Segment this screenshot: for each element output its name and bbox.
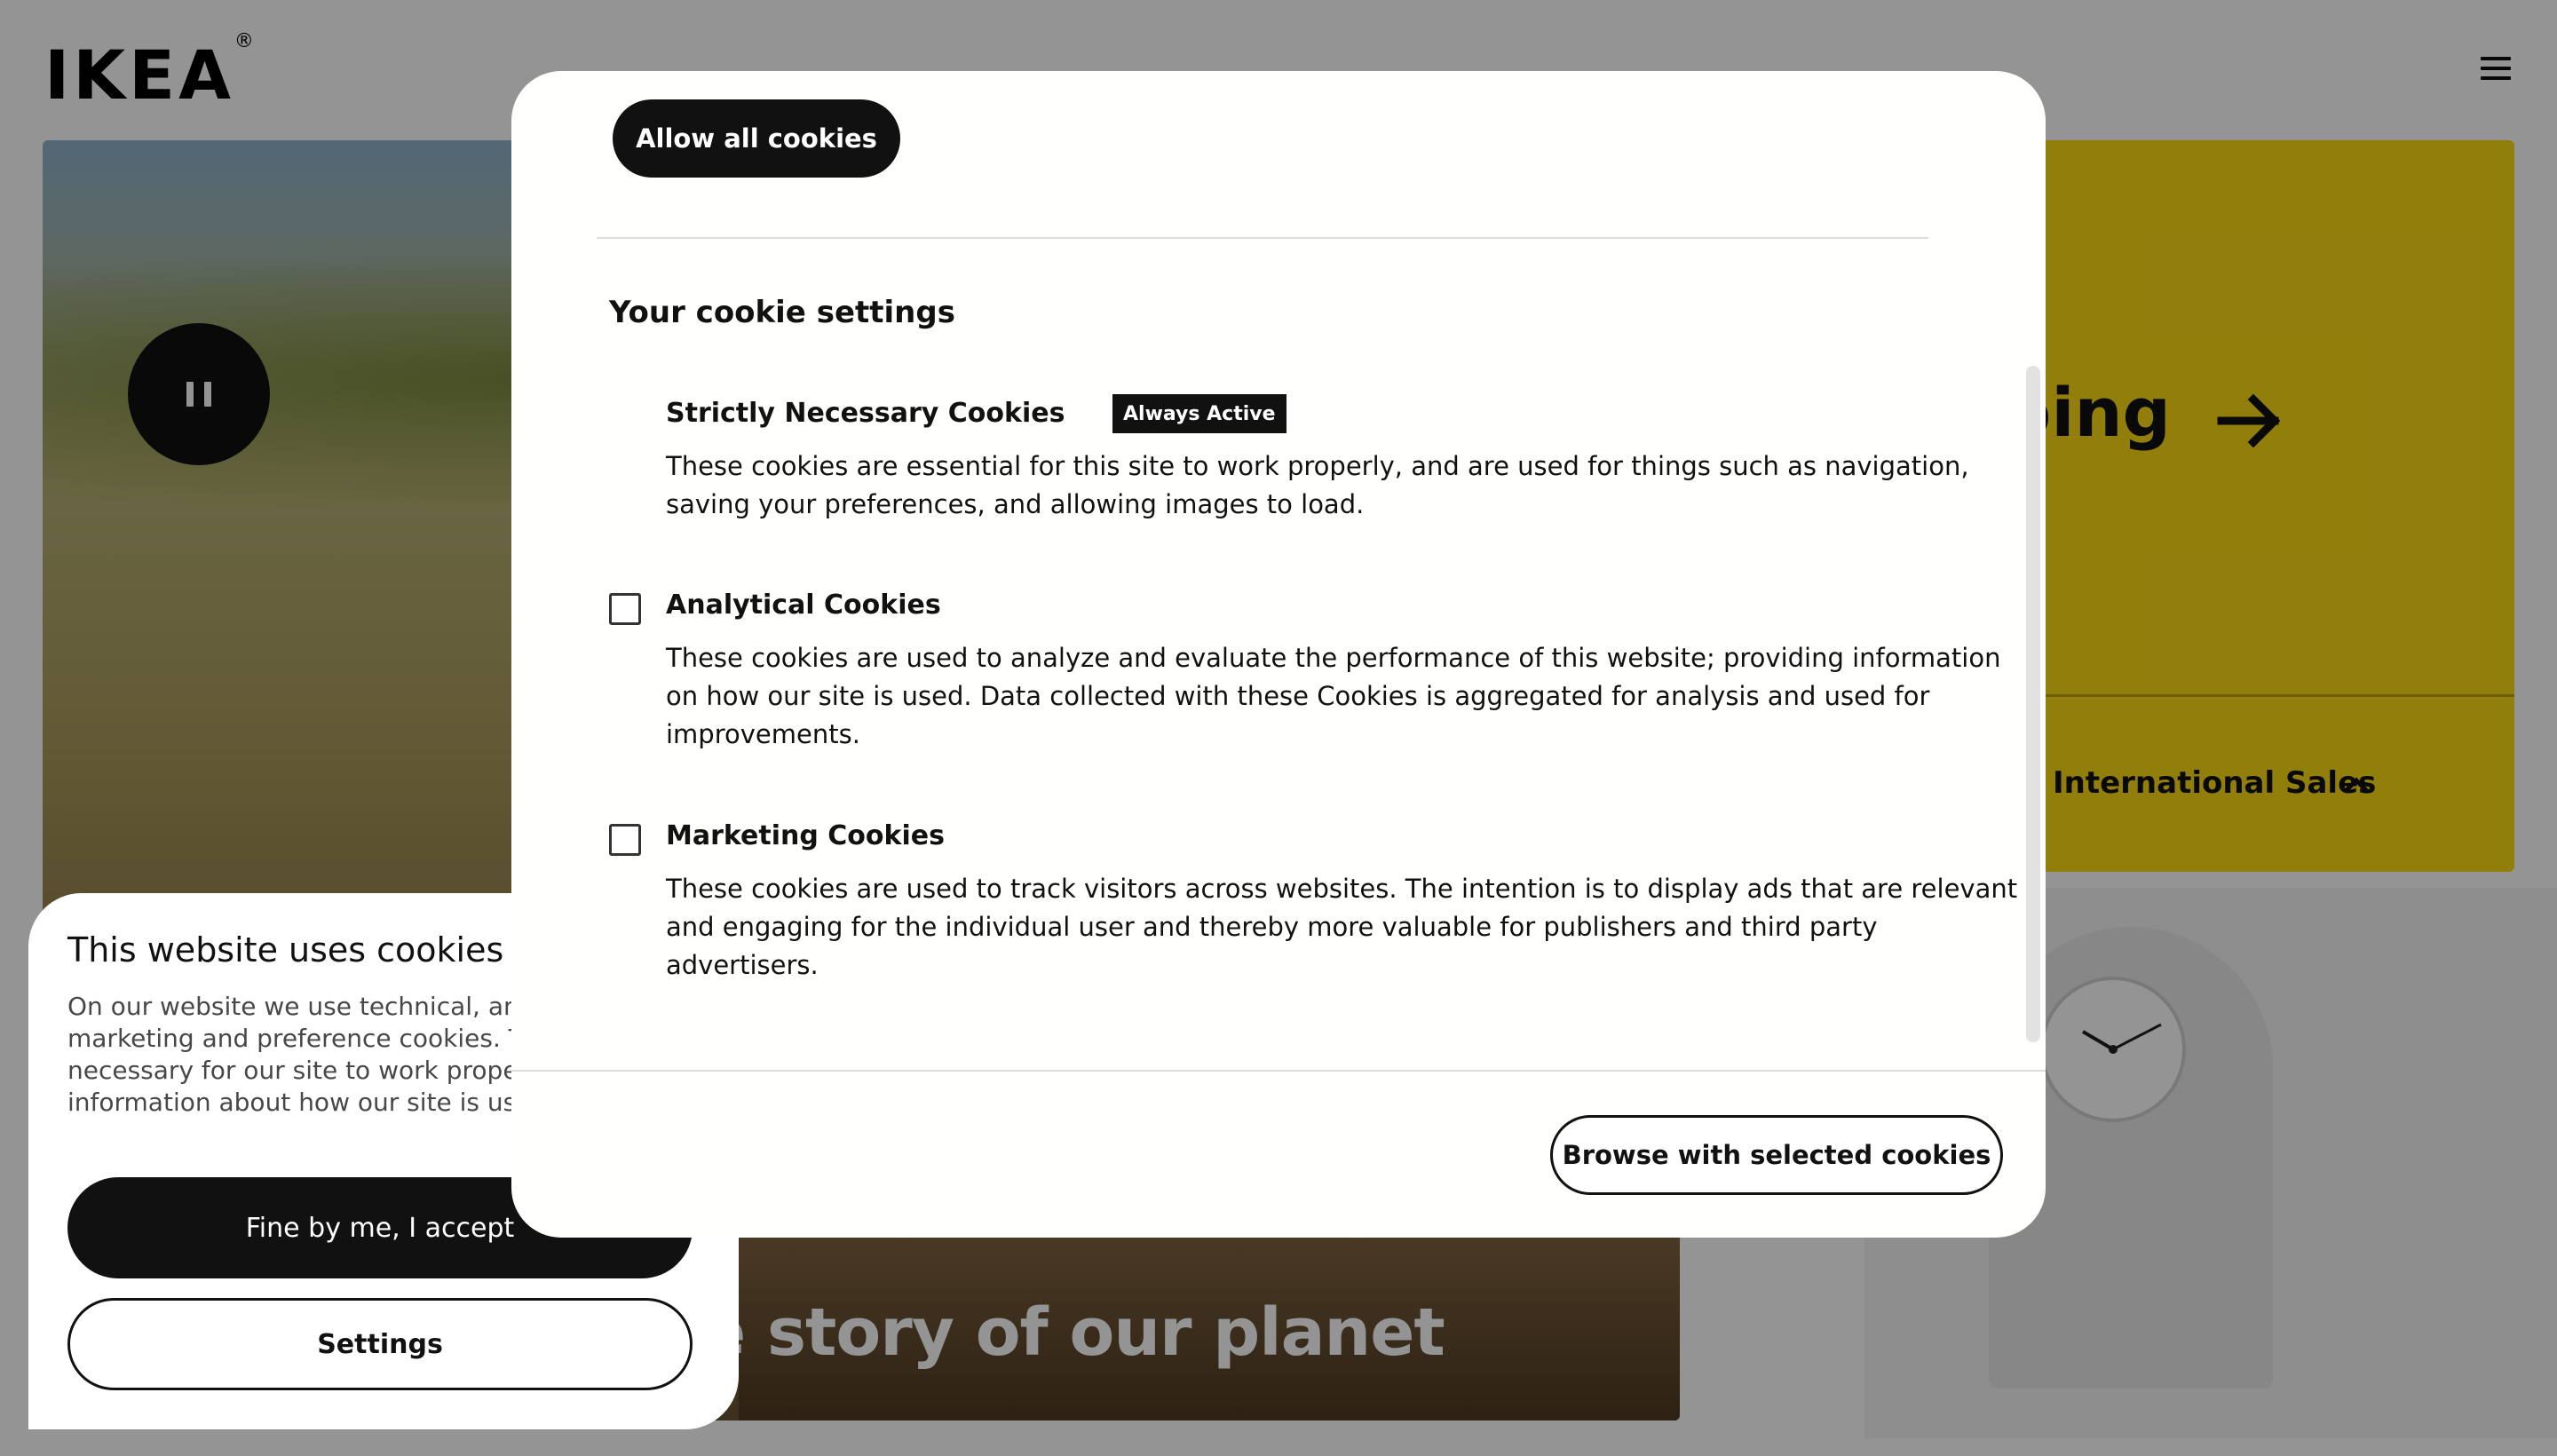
banner-title: This website uses cookies (67, 930, 504, 969)
analytical-title: Analytical Cookies (666, 590, 941, 621)
divider (597, 237, 1928, 239)
banner-text-line: necessary for our site to work properly (67, 1056, 547, 1085)
banner-text-line: On our website we use technical, analy (67, 992, 547, 1021)
description-line: These cookies are essential for this sit… (666, 451, 1969, 481)
always-active-badge: Always Active (1112, 394, 1286, 433)
strictly-necessary-title: Strictly Necessary Cookies (666, 398, 1065, 429)
cookie-settings-heading: Your cookie settings (609, 295, 955, 330)
divider (511, 1070, 2046, 1072)
description-line: saving your preferences, and allowing im… (666, 489, 1365, 519)
modal-scrollbar[interactable] (2026, 366, 2040, 1042)
description-line: and engaging for the individual user and… (666, 912, 1878, 942)
analytical-description: These cookies are used to analyze and ev… (666, 639, 2001, 754)
allow-all-cookies-button[interactable]: Allow all cookies (613, 99, 900, 178)
description-line: These cookies are used to track visitors… (666, 874, 2018, 904)
banner-text-line: marketing and preference cookies. Th (67, 1024, 540, 1053)
analytical-cookies-checkbox[interactable] (609, 593, 641, 625)
banner-text-line: information about how our site is used (67, 1088, 547, 1117)
description-line: on how our site is used. Data collected … (666, 681, 1930, 711)
banner-text: On our website we use technical, analy m… (67, 991, 547, 1124)
marketing-cookies-checkbox[interactable] (609, 824, 641, 856)
cookie-settings-button[interactable]: Settings (67, 1298, 693, 1390)
cookie-settings-modal: Allow all cookies Your cookie settings S… (511, 71, 2046, 1238)
marketing-title: Marketing Cookies (666, 820, 945, 851)
description-line: improvements. (666, 719, 860, 749)
strictly-necessary-description: These cookies are essential for this sit… (666, 447, 1969, 524)
browse-with-selected-cookies-button[interactable]: Browse with selected cookies (1550, 1115, 2003, 1195)
description-line: These cookies are used to analyze and ev… (666, 643, 2001, 673)
description-line: advertisers. (666, 950, 819, 980)
marketing-description: These cookies are used to track visitors… (666, 870, 2018, 985)
